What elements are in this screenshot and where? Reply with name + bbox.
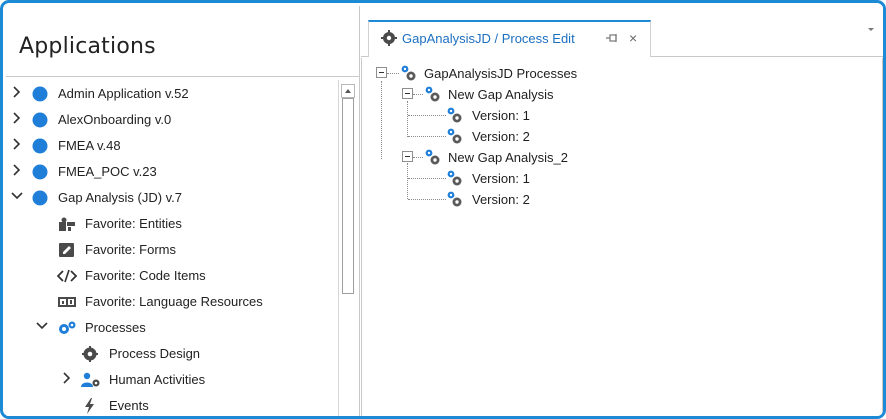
tree-item-favorite-entities[interactable]: Favorite: Entities	[6, 211, 336, 237]
tree-item-favorite-language-resources[interactable]: Favorite: Language Resources	[6, 289, 336, 315]
app-dot-icon	[32, 190, 48, 206]
tree-item-label: FMEA_POC v.23	[58, 164, 157, 179]
process-gears-icon	[446, 106, 464, 124]
process-gears-icon	[400, 64, 418, 82]
collapse-icon[interactable]	[402, 151, 413, 162]
tree-item-favorite-code-items[interactable]: Favorite: Code Items	[6, 263, 336, 289]
tree-item-label: Process Design	[109, 346, 201, 361]
lightning-icon	[83, 398, 101, 414]
tree-connector	[381, 81, 382, 159]
version-label: Version: 2	[472, 192, 530, 207]
chevron-right-icon[interactable]	[12, 163, 24, 179]
app-dot-icon	[32, 164, 48, 180]
tree-item-favorite-forms[interactable]: Favorite: Forms	[6, 237, 336, 263]
tree-connector	[413, 157, 423, 158]
process-tree: GapAnalysisJD Processes New Gap Analysis	[361, 58, 883, 416]
tree-item-events[interactable]: Events	[6, 393, 336, 416]
tree-item-label: Favorite: Forms	[85, 242, 177, 257]
tree-item-label: Favorite: Code Items	[85, 268, 206, 283]
tree-item-label: Favorite: Language Resources	[85, 294, 263, 309]
tab-process-edit[interactable]: GapAnalysisJD / Process Edit ×	[368, 20, 651, 57]
chevron-right-icon[interactable]	[12, 111, 24, 127]
tree-item-gap-analysis[interactable]: Gap Analysis (JD) v.7	[6, 185, 336, 211]
tree-connector	[408, 136, 446, 137]
app-dot-icon	[32, 138, 48, 154]
applications-panel: Applications Admin Application v.52 Alex…	[6, 6, 360, 416]
tree-item-process-design[interactable]: Process Design	[6, 341, 336, 367]
pin-icon[interactable]	[605, 32, 619, 44]
processes-gears-icon	[57, 320, 76, 336]
tab-dropdown-icon[interactable]	[866, 22, 876, 32]
version-label: Version: 2	[472, 129, 530, 144]
tree-item-human-activities[interactable]: Human Activities	[6, 367, 336, 393]
user-gear-icon	[81, 372, 100, 388]
chevron-right-icon[interactable]	[12, 137, 24, 153]
process-item-label: New Gap Analysis_2	[448, 150, 568, 165]
scroll-up-arrow-icon[interactable]	[341, 84, 355, 98]
tree-item-label: AlexOnboarding v.0	[58, 112, 172, 127]
chevron-down-icon[interactable]	[35, 319, 48, 335]
tree-item-label: FMEA v.48	[58, 138, 121, 153]
applications-header: Applications	[6, 6, 360, 77]
chevron-down-icon[interactable]	[10, 189, 23, 205]
gear-icon	[381, 30, 397, 46]
chevron-right-icon[interactable]	[12, 85, 24, 101]
tree-item-label: Admin Application v.52	[58, 86, 189, 101]
panel-title: Applications	[19, 34, 156, 59]
tree-item-processes[interactable]: Processes	[6, 315, 336, 341]
process-editor-panel: GapAnalysisJD / Process Edit × GapAnalys…	[361, 6, 883, 416]
tree-item-fmea-poc[interactable]: FMEA_POC v.23	[6, 159, 336, 185]
code-brackets-icon	[56, 268, 78, 284]
entities-puzzle-icon	[58, 216, 76, 232]
scrollbar-thumb[interactable]	[342, 98, 354, 294]
tab-bar: GapAnalysisJD / Process Edit ×	[361, 6, 883, 57]
collapse-icon[interactable]	[402, 88, 413, 99]
app-dot-icon	[32, 112, 48, 128]
close-icon[interactable]: ×	[629, 30, 637, 46]
tree-connector	[408, 115, 446, 116]
app-dot-icon	[32, 86, 48, 102]
tree-item-admin-application[interactable]: Admin Application v.52	[6, 81, 336, 107]
tree-connector	[407, 163, 408, 199]
tree-item-label: Human Activities	[109, 372, 206, 387]
version-label: Version: 1	[472, 108, 530, 123]
tree-item-label: Favorite: Entities	[85, 216, 182, 231]
chevron-right-icon[interactable]	[62, 371, 74, 387]
process-gears-icon	[446, 190, 464, 208]
tree-connector	[407, 101, 408, 137]
tree-item-alexonboarding[interactable]: AlexOnboarding v.0	[6, 107, 336, 133]
tree-item-label: Events	[109, 398, 149, 413]
process-tree-root-label: GapAnalysisJD Processes	[424, 66, 578, 81]
process-item-label: New Gap Analysis	[448, 87, 554, 102]
process-gears-icon	[446, 169, 464, 187]
process-gears-icon	[424, 148, 442, 166]
tree-item-label: Gap Analysis (JD) v.7	[58, 190, 183, 205]
tree-connector	[408, 199, 446, 200]
forms-pencil-icon	[58, 242, 76, 258]
applications-tree: Admin Application v.52 AlexOnboarding v.…	[6, 78, 336, 416]
tree-connector	[413, 94, 423, 95]
language-resource-icon	[57, 294, 76, 310]
process-gears-icon	[424, 85, 442, 103]
collapse-icon[interactable]	[376, 67, 387, 78]
tree-item-label: Processes	[85, 320, 146, 335]
vertical-scrollbar[interactable]	[338, 80, 357, 416]
version-label: Version: 1	[472, 171, 530, 186]
tree-connector	[408, 178, 446, 179]
app-window: Applications Admin Application v.52 Alex…	[0, 0, 886, 419]
process-gears-icon	[446, 127, 464, 145]
gear-icon	[81, 346, 99, 362]
tab-label: GapAnalysisJD / Process Edit	[402, 31, 575, 46]
tree-connector	[387, 73, 399, 74]
tree-item-fmea[interactable]: FMEA v.48	[6, 133, 336, 159]
